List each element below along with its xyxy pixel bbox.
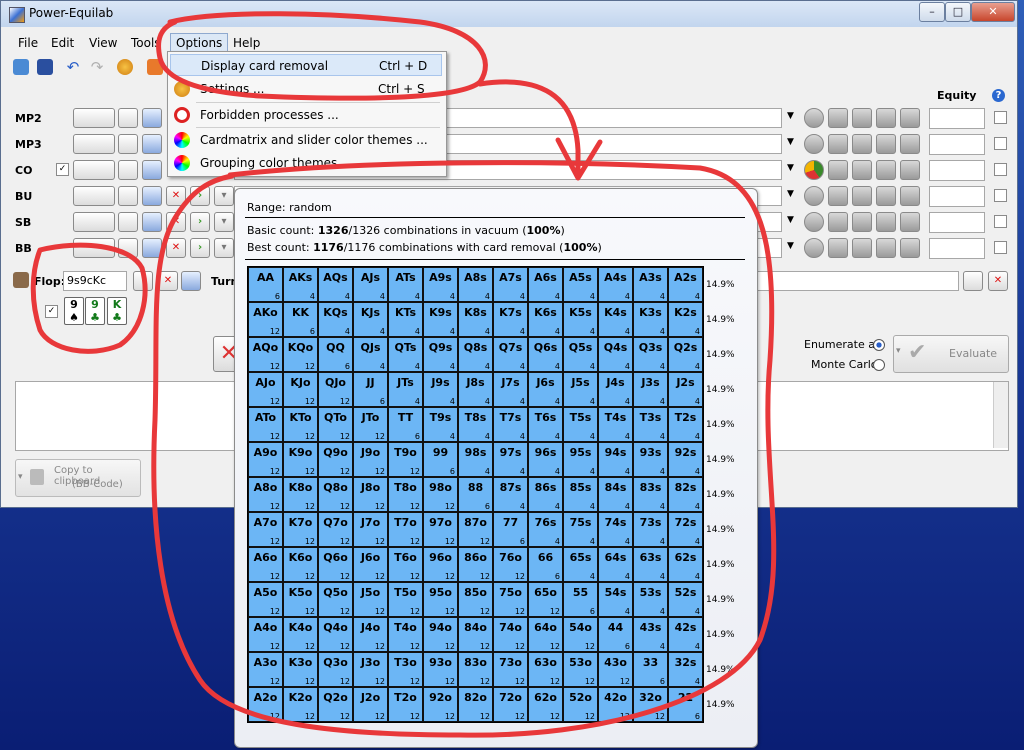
annotation-loop-popup	[151, 160, 777, 738]
annotation-arrow-shaft	[477, 79, 581, 175]
red-annotation-scribbles	[30, 11, 777, 738]
annotation-circle-flop	[30, 242, 148, 354]
annotation-circle-options-menu	[156, 11, 488, 101]
